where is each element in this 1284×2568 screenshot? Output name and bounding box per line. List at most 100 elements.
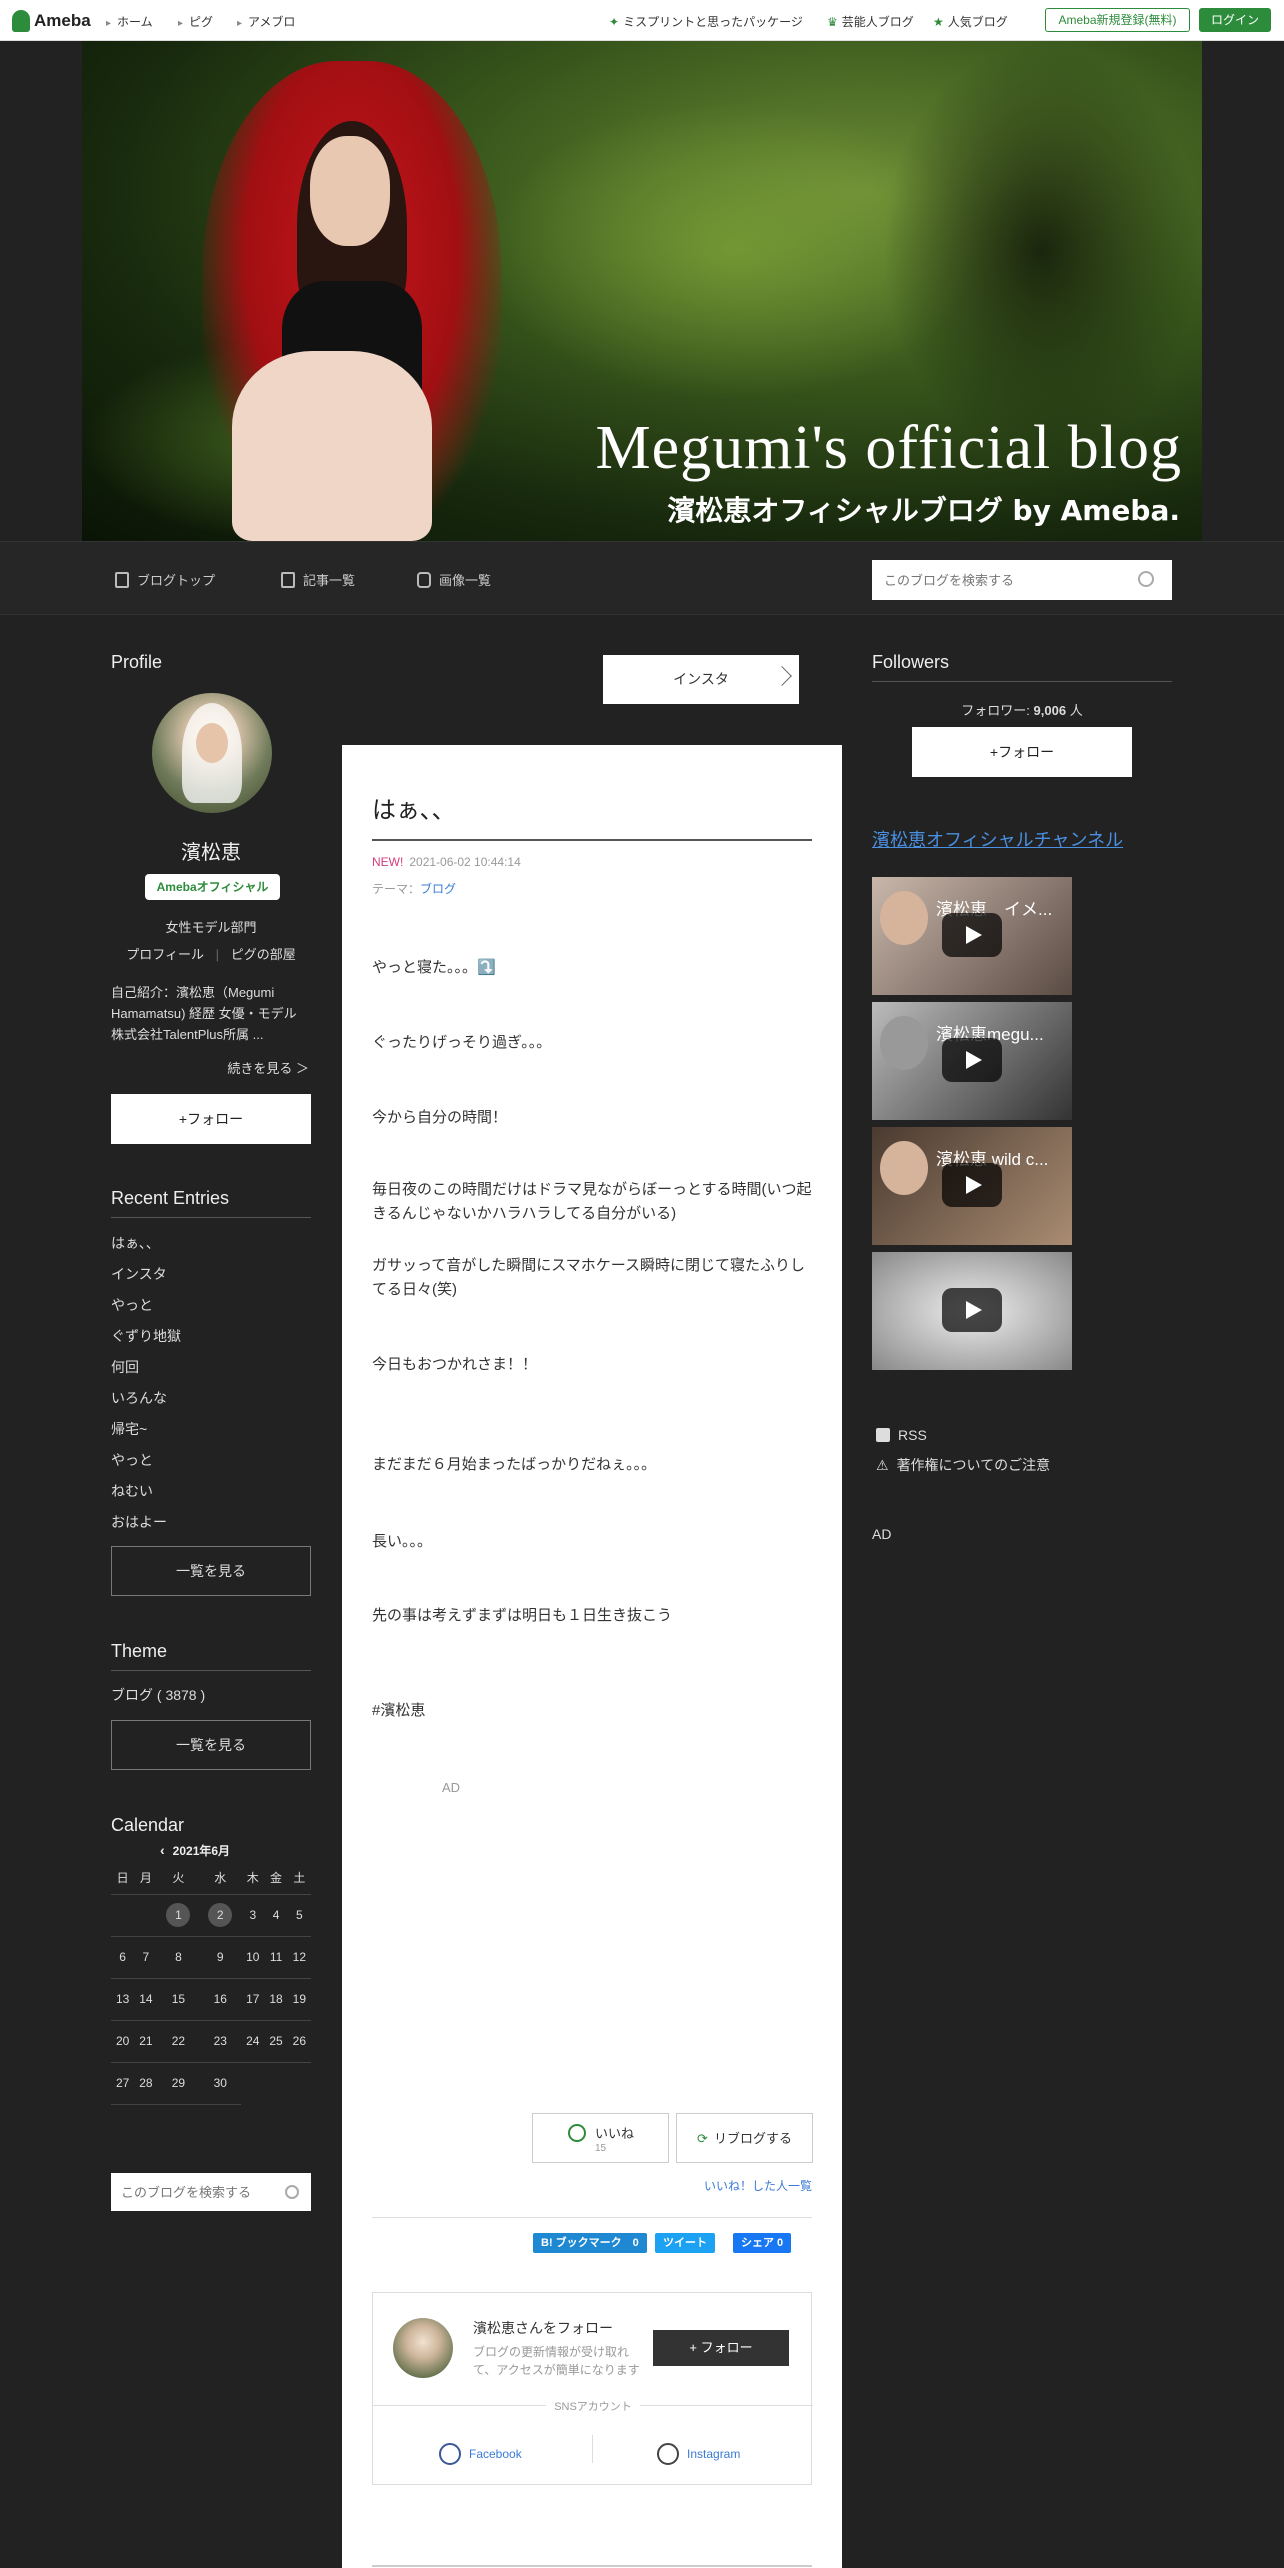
recent-entry[interactable]: はぁ、、 — [111, 1233, 160, 1253]
article-paragraph: 先の事は考えずまずは明日も１日生き抜こう — [372, 1607, 673, 1624]
like-count: 15 — [595, 2143, 607, 2154]
instagram-link[interactable]: Instagram — [657, 2443, 740, 2465]
divider — [372, 2217, 812, 2218]
article-paragraph: 今から自分の時間！ — [372, 1109, 508, 1126]
reblog-button[interactable]: ⟳ リブログする — [676, 2113, 813, 2163]
ad-label: AD — [442, 1780, 461, 1795]
profile-link[interactable]: プロフィール — [126, 947, 204, 962]
next-entry-button[interactable]: インスタ — [603, 655, 799, 704]
follow-button[interactable]: +フォロー — [912, 727, 1132, 777]
search-icon[interactable] — [285, 2185, 299, 2199]
recent-entry[interactable]: ねむい — [111, 1481, 153, 1501]
profile-links: プロフィール | ピグの部屋 — [111, 944, 311, 963]
weekday: 日 — [111, 1862, 135, 1895]
calendar-day: 8 — [157, 1936, 200, 1979]
nav-image-list[interactable]: 画像一覧 — [417, 570, 491, 589]
article-paragraph: やっと寝た。。。⤵️ — [372, 959, 496, 976]
facebook-share-button[interactable]: シェア 0 — [733, 2233, 792, 2253]
article-title[interactable]: はぁ、、 — [372, 790, 812, 841]
recent-entry[interactable]: 帰宅~ — [111, 1419, 147, 1439]
theme-link[interactable]: ブログ — [420, 882, 456, 896]
hashtag-link[interactable]: #濱松恵 — [372, 1699, 817, 1723]
calendar-day: 7 — [134, 1936, 158, 1979]
avatar[interactable] — [393, 2318, 453, 2378]
pigg-room-link[interactable]: ピグの部屋 — [231, 947, 296, 962]
blog-header-image[interactable]: Megumi's official blog 濱松恵オフィシャルブログ by A… — [82, 41, 1202, 541]
nav-ameblo[interactable]: アメブロ — [237, 13, 295, 30]
recent-entry[interactable]: インスタ — [111, 1264, 167, 1284]
profile-intro: 自己紹介：濱松恵（Megumi Hamamatsu) 経歴 女優・モデル 株式会… — [111, 985, 297, 1042]
follow-button[interactable]: +フォロー — [111, 1094, 311, 1144]
article-paragraph: ガサッって音がした瞬間にスマホケース瞬時に閉じて寝たふりしてる日々(笑) — [372, 1257, 806, 1298]
avatar[interactable] — [152, 693, 272, 813]
login-button[interactable]: ログイン — [1199, 8, 1271, 32]
calendar-day: 14 — [134, 1978, 158, 2021]
calendar-day[interactable]: 2 — [199, 1894, 242, 1937]
recent-see-all-button[interactable]: 一覧を見る — [111, 1546, 311, 1596]
search-icon[interactable] — [1138, 571, 1154, 587]
recent-entry[interactable]: やっと — [111, 1450, 153, 1470]
chevron-right-icon — [772, 666, 792, 686]
signup-button[interactable]: Ameba新規登録(無料) — [1045, 8, 1190, 32]
hatena-bookmark-button[interactable]: B! ブックマーク 0 — [533, 2233, 647, 2253]
nav-home[interactable]: ホーム — [106, 13, 153, 30]
promo-link[interactable]: ✦ ミスプリントと思ったパッケージ — [609, 13, 803, 30]
recent-entry[interactable]: いろんな — [111, 1388, 167, 1408]
document-icon — [115, 571, 129, 588]
celebrity-blog-link[interactable]: ♛ 芸能人ブログ — [827, 13, 914, 30]
tweet-button[interactable]: ツイート — [655, 2233, 715, 2253]
divider — [372, 2565, 812, 2567]
legs — [232, 351, 432, 541]
profile-category[interactable]: 女性モデル部門 — [111, 917, 311, 936]
article-paragraph: 長い。。。 — [372, 1533, 433, 1550]
calendar-day — [264, 2062, 287, 2104]
recent-entry[interactable]: やっと — [111, 1295, 153, 1315]
video-thumbnail[interactable] — [872, 1252, 1072, 1370]
article-theme: テーマ：ブログ — [372, 882, 457, 896]
calendar-heading: Calendar — [111, 1815, 185, 1835]
nav-pigg[interactable]: ピグ — [178, 13, 213, 30]
copyright-notice-link[interactable]: ⚠ 著作権についてのご注意 — [876, 1455, 1050, 1475]
rss-link[interactable]: RSS — [876, 1427, 927, 1443]
theme-see-all-button[interactable]: 一覧を見る — [111, 1720, 311, 1770]
follow-card-name: 濱松恵さんをフォロー — [473, 2320, 613, 2336]
facebook-link[interactable]: Facebook — [439, 2443, 522, 2465]
like-button[interactable]: いいね 15 — [532, 2113, 669, 2163]
read-more-link[interactable]: 続きを見る ＞ — [111, 1058, 309, 1077]
liked-users-link[interactable]: いいね！した人一覧 — [704, 2177, 812, 2194]
weekday: 月 — [134, 1862, 158, 1895]
calendar-day: 23 — [199, 2020, 242, 2063]
calendar-day[interactable]: 1 — [157, 1894, 200, 1937]
sidebar-search-input[interactable] — [111, 2173, 311, 2211]
nav-entry-list[interactable]: 記事一覧 — [281, 570, 355, 589]
face — [196, 723, 228, 763]
blog-title-en: Megumi's official blog — [595, 414, 1182, 482]
blog-title-ja: 濱松恵オフィシャルブログ by Ameba. — [667, 494, 1180, 527]
video-thumbnail[interactable]: 濱松恵megu... — [872, 1002, 1072, 1120]
calendar-day: 27 — [111, 2062, 135, 2105]
video-thumbnail[interactable]: 濱松恵 イメ... — [872, 877, 1072, 995]
blog-search-input[interactable] — [872, 560, 1172, 600]
star-icon: ★ — [933, 15, 944, 29]
profile-name[interactable]: 濱松恵 — [111, 836, 311, 865]
weekday: 金 — [264, 1862, 288, 1895]
calendar-day: 19 — [287, 1978, 311, 2021]
theme-item[interactable]: ブログ ( 3878 ) — [111, 1685, 205, 1705]
article-paragraph: まだまだ６月始まったばっかりだねぇ。。。 — [372, 1456, 657, 1473]
calendar-day: 30 — [199, 2062, 242, 2105]
calendar-day: 6 — [111, 1936, 135, 1979]
face — [880, 1016, 928, 1070]
play-icon — [942, 1163, 1002, 1207]
official-channel-link[interactable]: 濱松恵オフィシャルチャンネル — [872, 826, 1123, 852]
recent-entry[interactable]: おはよー — [111, 1512, 167, 1532]
popular-blog-link[interactable]: ★ 人気ブログ — [933, 13, 1008, 30]
blog-nav: ブログトップ 記事一覧 画像一覧 — [0, 541, 1284, 615]
video-thumbnail[interactable]: 濱松恵 wild c... — [872, 1127, 1072, 1245]
recent-entry[interactable]: ぐずり地獄 — [111, 1326, 181, 1346]
recent-entry[interactable]: 何回 — [111, 1357, 139, 1377]
article-paragraph: 今日もおつかれさま！！ — [372, 1356, 538, 1373]
follow-button[interactable]: + フォロー — [653, 2330, 789, 2366]
chevron-left-icon[interactable]: ‹ — [160, 1842, 165, 1858]
nav-blog-top[interactable]: ブログトップ — [115, 570, 215, 589]
ameba-logo[interactable]: Ameba — [12, 8, 91, 34]
